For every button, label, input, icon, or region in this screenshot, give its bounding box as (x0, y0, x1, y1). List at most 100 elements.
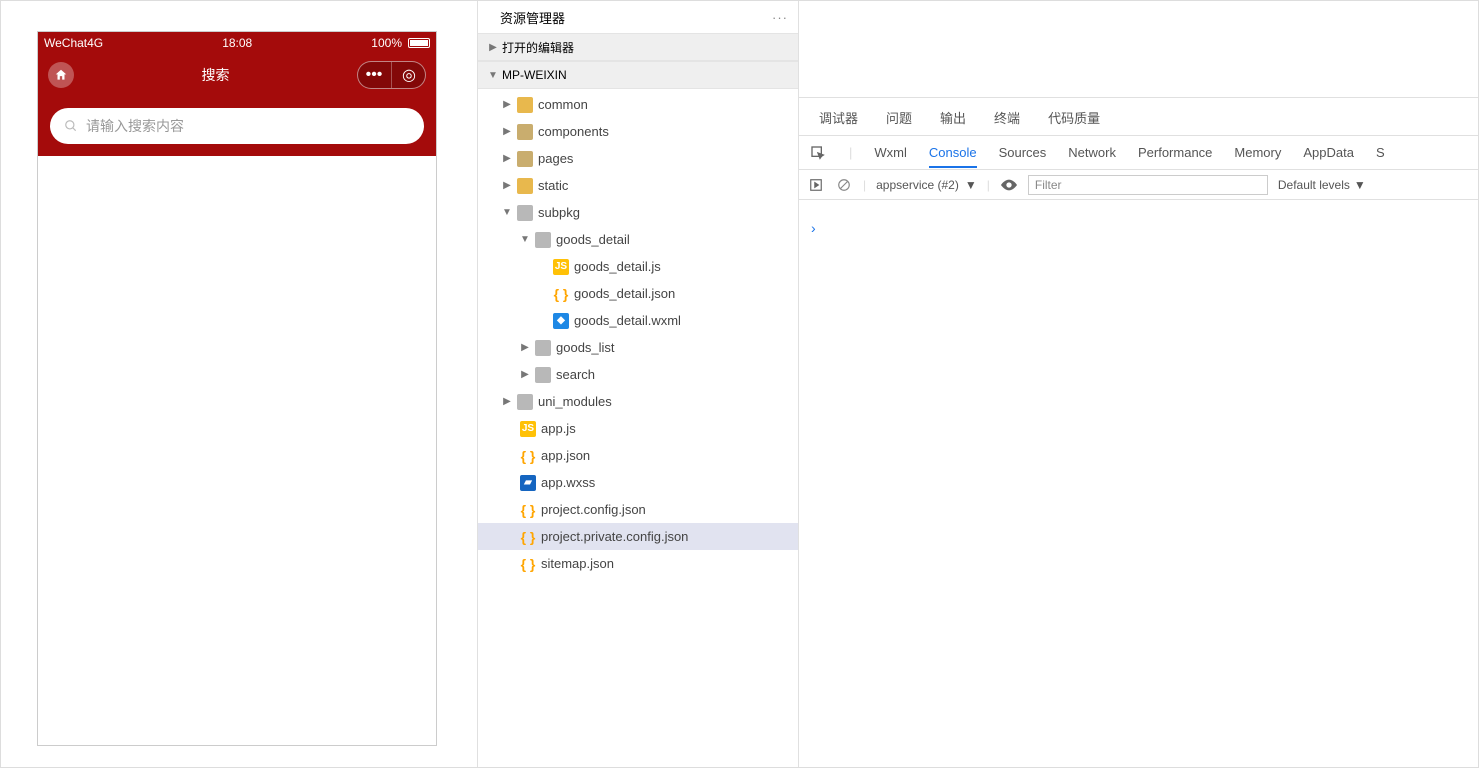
chevron-right-icon: ▶ (502, 126, 512, 137)
folder-goods_detail[interactable]: ▼goods_detail (478, 226, 798, 253)
battery-label: 100% (371, 36, 402, 50)
filter-input[interactable]: Filter (1028, 175, 1268, 195)
console-prompt-icon: › (811, 220, 816, 236)
folder-icon (535, 340, 551, 356)
file-app-json[interactable]: { }app.json (478, 442, 798, 469)
clear-icon[interactable] (835, 176, 853, 194)
file-label: subpkg (538, 205, 580, 220)
folder-icon (517, 124, 533, 140)
tab-sources[interactable]: Sources (999, 145, 1047, 160)
folder-subpkg[interactable]: ▼ subpkg (478, 199, 798, 226)
levels-label: Default levels (1278, 178, 1350, 192)
file-app-js[interactable]: JSapp.js (478, 415, 798, 442)
chevron-right-icon: ▶ (502, 99, 512, 110)
console-toolbar: | appservice (#2) ▼ | Filter Default lev… (799, 170, 1478, 200)
file-project-config-json[interactable]: { }project.config.json (478, 496, 798, 523)
file-label: uni_modules (538, 394, 612, 409)
console-output[interactable]: › (799, 200, 1478, 767)
tab-console[interactable]: Console (929, 145, 977, 168)
chevron-down-icon: ▼ (965, 178, 977, 192)
status-bar: WeChat4G 18:08 100% (38, 32, 436, 54)
file-label: app.wxss (541, 475, 595, 490)
nav-bar: 搜索 ••• ◎ (38, 54, 436, 96)
folder-icon (517, 97, 533, 113)
file-label: goods_detail.wxml (574, 313, 681, 328)
folder-uni_modules[interactable]: ▶uni_modules (478, 388, 798, 415)
chevron-down-icon: ▼ (1354, 178, 1366, 192)
chevron-right-icon: ▶ (488, 42, 498, 53)
project-root-label: MP-WEIXIN (502, 68, 567, 82)
tab-调试器[interactable]: 调试器 (819, 108, 858, 135)
open-editors-label: 打开的编辑器 (502, 39, 574, 56)
file-explorer: 资源管理器 ··· ▶ 打开的编辑器 ▼ MP-WEIXIN ▶ common ▶ c… (477, 1, 799, 767)
devtools-tabs-cn: 调试器 问题 输出 终端 代码质量 (799, 98, 1478, 136)
tab-终端[interactable]: 终端 (994, 108, 1020, 135)
search-icon (64, 119, 78, 133)
chevron-down-icon: ▼ (502, 207, 512, 218)
file-label: common (538, 97, 588, 112)
file-label: project.config.json (541, 502, 646, 517)
chevron-down-icon: ▼ (488, 70, 498, 81)
folder-icon (517, 151, 533, 167)
home-icon[interactable] (48, 62, 74, 88)
file-label: goods_list (556, 340, 615, 355)
file-label: search (556, 367, 595, 382)
file-goods_detail-wxml[interactable]: ◆goods_detail.wxml (478, 307, 798, 334)
tab-memory[interactable]: Memory (1234, 145, 1281, 160)
file-label: sitemap.json (541, 556, 614, 571)
folder-common[interactable]: ▶ common (478, 91, 798, 118)
context-selector[interactable]: appservice (#2) ▼ (876, 178, 977, 192)
explorer-more-icon[interactable]: ··· (772, 10, 788, 25)
inspect-icon[interactable] (809, 144, 827, 162)
file-label: app.json (541, 448, 590, 463)
tab-s[interactable]: S (1376, 145, 1385, 160)
tab-performance[interactable]: Performance (1138, 145, 1212, 160)
tab-appdata[interactable]: AppData (1303, 145, 1354, 160)
tab-输出[interactable]: 输出 (940, 108, 966, 135)
folder-icon (517, 394, 533, 410)
file-label: goods_detail.json (574, 286, 675, 301)
capsule-button: ••• ◎ (357, 61, 426, 89)
search-placeholder: 请输入搜索内容 (86, 116, 184, 136)
file-project-private-config-json[interactable]: { }project.private.config.json (478, 523, 798, 550)
explorer-title: 资源管理器 (500, 8, 565, 27)
clock-label: 18:08 (109, 36, 365, 50)
capsule-menu-icon[interactable]: ••• (358, 62, 390, 88)
search-bar: 请输入搜索内容 (38, 96, 436, 156)
tab-network[interactable]: Network (1068, 145, 1116, 160)
tab-问题[interactable]: 问题 (886, 108, 912, 135)
folder-components[interactable]: ▶ components (478, 118, 798, 145)
file-label: app.js (541, 421, 576, 436)
chevron-right-icon: ▶ (502, 180, 512, 191)
chevron-right-icon: ▶ (520, 342, 530, 353)
project-root-section[interactable]: ▼ MP-WEIXIN (478, 61, 798, 89)
file-label: components (538, 124, 609, 139)
file-app-wxss[interactable]: ▰app.wxss (478, 469, 798, 496)
log-levels-selector[interactable]: Default levels ▼ (1278, 178, 1366, 192)
folder-search[interactable]: ▶search (478, 361, 798, 388)
simulator-panel: WeChat4G 18:08 100% 搜索 ••• ◎ 请输 (1, 1, 477, 767)
devtools-panel: 调试器问题输出终端代码质量 | WxmlConsoleSourcesNetwor… (799, 97, 1478, 767)
file-label: static (538, 178, 568, 193)
filter-placeholder: Filter (1035, 178, 1062, 192)
page-title: 搜索 (74, 65, 357, 85)
play-icon[interactable] (807, 176, 825, 194)
tab-wxml[interactable]: Wxml (874, 145, 907, 160)
eye-icon[interactable] (1000, 176, 1018, 194)
explorer-header: 资源管理器 ··· (478, 1, 798, 33)
battery-icon (408, 38, 430, 48)
file-sitemap-json[interactable]: { }sitemap.json (478, 550, 798, 577)
capsule-close-icon[interactable]: ◎ (393, 62, 425, 88)
file-goods_detail-js[interactable]: JSgoods_detail.js (478, 253, 798, 280)
tab-代码质量[interactable]: 代码质量 (1048, 108, 1100, 135)
folder-static[interactable]: ▶ static (478, 172, 798, 199)
file-goods_detail-json[interactable]: { }goods_detail.json (478, 280, 798, 307)
devtools-tabs-en: | WxmlConsoleSourcesNetworkPerformanceMe… (799, 136, 1478, 170)
folder-goods_list[interactable]: ▶ goods_list (478, 334, 798, 361)
app-header: WeChat4G 18:08 100% 搜索 ••• ◎ 请输 (38, 32, 436, 156)
open-editors-section[interactable]: ▶ 打开的编辑器 (478, 33, 798, 61)
search-input[interactable]: 请输入搜索内容 (50, 108, 424, 144)
folder-pages[interactable]: ▶pages (478, 145, 798, 172)
context-label: appservice (#2) (876, 178, 959, 192)
file-label: pages (538, 151, 573, 166)
